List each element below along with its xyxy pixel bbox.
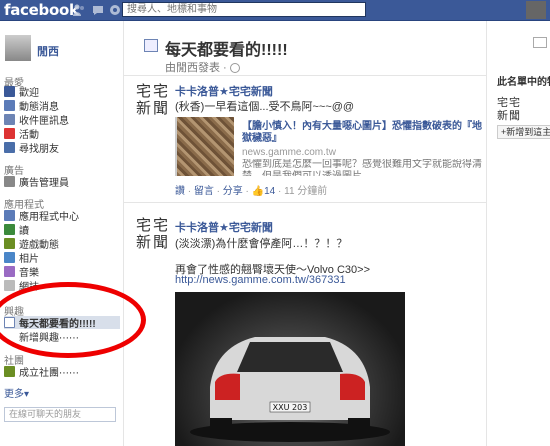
notes-icon [4,280,15,291]
notifications-icon[interactable] [108,3,122,17]
sidebar-item-label: 活動 [19,130,39,141]
app-center-icon [4,210,15,221]
left-sidebar: 閒西 最愛 歡迎 動態消息 收件匣訊息 活動 尋找朋友 廣告 廣告管理員 應用程… [0,21,124,446]
post-author[interactable]: 卡卡洛普★宅宅新聞 [175,83,273,99]
friends-icon[interactable] [72,3,86,17]
search-input[interactable] [123,3,373,16]
sidebar-item-find-friends[interactable]: 尋找朋友 [4,141,120,155]
sidebar-item-music[interactable]: 音樂 [4,265,120,279]
games-icon [4,238,15,249]
search-box[interactable] [122,2,373,17]
profile-thumbnail[interactable] [526,1,546,19]
sidebar-item-label: 收件匣訊息 [19,116,69,127]
main-content: 每天都要看的!!!!! 由閒西發表 · 宅宅 新聞 卡卡洛普★宅宅新聞 (秋香)一… [124,21,486,446]
sidebar-item-games[interactable]: 遊戲動態 [4,237,120,251]
sidebar-item-news-feed[interactable]: 動態消息 [4,99,120,113]
sidebar-item-create-group[interactable]: 成立社團⋯⋯ [4,365,120,379]
post-divider [124,202,486,203]
post-author-logo[interactable]: 宅宅 新聞 [136,83,174,117]
sidebar-item-events[interactable]: 活動 [4,127,120,141]
like-link[interactable]: 讚 [175,186,185,197]
facebook-logo[interactable]: facebook [4,0,79,20]
sidebar-item-label: 歡迎 [19,88,39,99]
share-link[interactable]: 分享 [223,186,243,197]
post-text: (淡淡漂)為什麼會停產阿…！？！？ [175,238,348,250]
shared-link-domain: news.gamme.com.tw [242,147,336,158]
post-author-logo[interactable]: 宅宅 新聞 [136,217,174,251]
events-icon [4,128,15,139]
more-link[interactable]: 更多▾ [4,385,29,400]
header-divider [124,75,486,76]
add-to-list-button[interactable]: +新增到這主題 [497,125,550,139]
right-panel-title: 此名單中的特選 [497,77,550,88]
post-link[interactable]: http://news.gamme.com.tw/367331 [175,274,346,286]
like-count[interactable]: 14 [264,186,275,197]
post-author[interactable]: 卡卡洛普★宅宅新聞 [175,219,273,235]
sidebar-item-welcome[interactable]: 歡迎 [4,85,120,99]
shared-link-title[interactable]: 【膽小慎入！內有大量噁心圖片】恐懼指數破表的『地獄穢惡』 [242,121,482,145]
right-sidebar: 此名單中的特選 宅宅新聞 +新增到這主題 [486,21,550,446]
post-timestamp[interactable]: 11 分鐘前 [284,186,327,197]
reads-icon [4,224,15,235]
sidebar-item-label: 音樂 [19,268,39,279]
create-group-icon [4,366,15,377]
music-icon [4,266,15,277]
user-name[interactable]: 閒西 [37,43,59,59]
find-friends-icon [4,142,15,153]
license-plate: XXU 203 [273,403,308,412]
shared-link-description: 恐懼到底是怎麼一回事呢？感覺很難用文字就能說得清楚，但是我們可以透過圖片... [242,159,482,176]
post-text: (秋香)一早看這個...受不鳥阿~~~@@ [175,101,355,113]
sidebar-item-label: 遊戲動態 [19,240,59,251]
chat-search-input[interactable]: 在線可聊天的朋友 [4,407,116,422]
sidebar-item-label: 成立社團⋯⋯ [19,368,79,379]
list-settings-icon[interactable] [533,37,547,48]
sidebar-item-app-center[interactable]: 應用程式中心 [4,209,120,223]
messages-icon [4,114,15,125]
shared-link-card[interactable]: 【膽小慎入！內有大量噁心圖片】恐懼指數破表的『地獄穢惡』 news.gamme.… [175,117,484,176]
top-bar: facebook [0,0,550,21]
shared-link-thumbnail[interactable] [177,117,234,176]
messages-icon[interactable] [91,3,105,17]
ads-manager-icon [4,176,15,187]
sidebar-item-photos[interactable]: 相片 [4,251,120,265]
sidebar-item-label: 尋找朋友 [19,144,59,155]
car-illustration: XXU 203 [190,337,390,442]
page-title: 每天都要看的!!!!! [165,42,288,59]
list-icon [144,39,158,52]
page-subtitle: 由閒西發表 · [165,59,240,75]
sidebar-item-reads[interactable]: 讀 [4,223,120,237]
comment-link[interactable]: 留言 [194,186,214,197]
like-thumb-icon: 👍 [251,186,265,197]
globe-icon [229,63,240,74]
sidebar-item-ads-manager[interactable]: 廣告管理員 [4,175,120,189]
suggested-page-logo[interactable]: 宅宅 新聞 [497,96,521,122]
news-feed-icon [4,100,15,111]
sidebar-item-messages[interactable]: 收件匣訊息 [4,113,120,127]
sidebar-item-label: 動態消息 [19,102,59,113]
photos-icon [4,252,15,263]
sidebar-item-label: 應用程式中心 [19,212,79,223]
car-photo[interactable]: XXU 203 [175,292,405,446]
sidebar-item-label: 讀 [19,226,29,237]
sidebar-item-label: 廣告管理員 [19,178,69,189]
welcome-icon [4,86,15,97]
user-avatar[interactable] [5,35,31,61]
post-actions: 讚 · 留言 · 分享 · 👍14 · 11 分鐘前 [175,186,328,197]
sidebar-item-label: 相片 [19,254,39,265]
